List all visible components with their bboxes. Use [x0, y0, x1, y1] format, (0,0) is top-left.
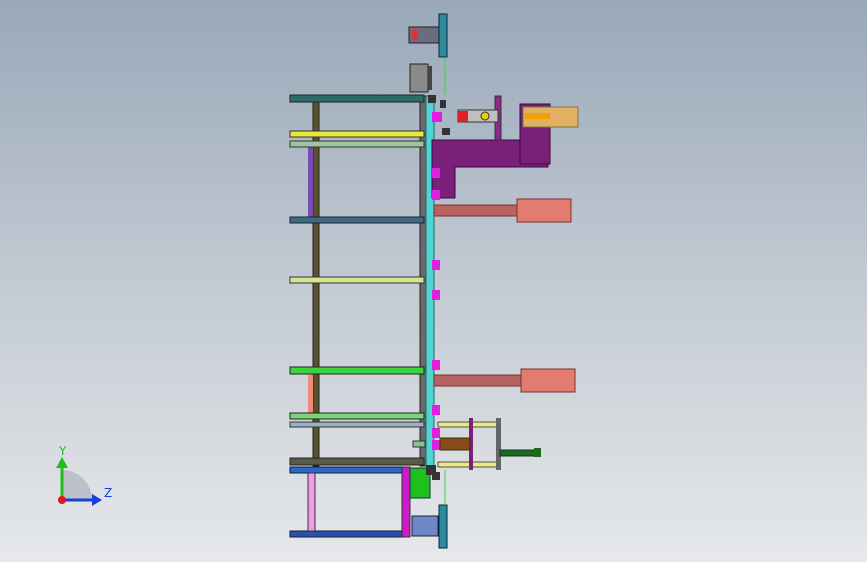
rail-5: [289, 276, 425, 284]
blue-block: [411, 515, 439, 537]
magenta-clamp-2: [432, 168, 440, 178]
bottom-plate: [438, 504, 448, 549]
small-clip: [412, 440, 426, 448]
green-rod-end: [534, 448, 541, 457]
red-nut: [458, 111, 468, 122]
pivot-pin: [480, 111, 490, 121]
y-axis-label: Y: [58, 444, 67, 458]
z-axis-label: Z: [104, 486, 112, 500]
bolt-5: [432, 472, 440, 480]
rail-2: [289, 130, 425, 138]
triad-quadrant: [62, 470, 92, 500]
cad-viewport[interactable]: Y Z: [0, 0, 867, 562]
cylinder-bottom: [520, 368, 576, 393]
rail-8: [289, 421, 425, 428]
rail-11: [289, 530, 411, 538]
rod-top: [433, 204, 521, 217]
rail-9: [289, 457, 425, 466]
rod-bottom: [433, 374, 525, 387]
rail-6: [289, 366, 425, 375]
magenta-clamp-3: [432, 190, 440, 200]
x-axis-dot: [58, 496, 66, 504]
bolt-1: [428, 95, 436, 103]
rail-4: [289, 216, 425, 224]
magenta-clamp-1: [432, 112, 442, 122]
brown-block: [439, 437, 471, 451]
rail-10: [289, 466, 411, 474]
rail-1: [289, 94, 425, 103]
top-grey-block[interactable]: [409, 63, 432, 93]
end-post: [496, 418, 501, 470]
pink-post: [307, 472, 316, 532]
y-arrow-icon: [56, 457, 68, 468]
bolt-2: [440, 100, 446, 108]
top-right-mechanism[interactable]: [428, 95, 579, 200]
middle-cylinder-top[interactable]: [433, 198, 572, 223]
assembly-drawing[interactable]: Y Z: [0, 0, 867, 562]
z-arrow-icon: [92, 494, 102, 506]
purple-strip: [308, 145, 313, 220]
axis-triad: Y Z: [56, 444, 112, 506]
salmon-strip: [308, 375, 313, 415]
rail-7: [289, 412, 425, 420]
middle-cylinder-bottom[interactable]: [433, 368, 576, 393]
bolt-3: [442, 128, 450, 135]
magenta-post: [401, 466, 411, 538]
cylinder-top: [516, 198, 572, 223]
cylinder-rod: [525, 113, 550, 119]
rail-3: [289, 140, 425, 148]
